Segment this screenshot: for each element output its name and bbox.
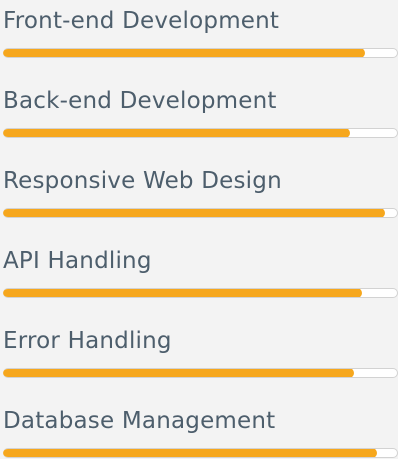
- skill-name: Back-end Development: [3, 88, 277, 114]
- skill-progress-track: [3, 48, 398, 58]
- skill-name: Database Management: [3, 408, 276, 434]
- skill-progress-track: [3, 368, 398, 378]
- skill-name: API Handling: [3, 248, 152, 274]
- skill-progress-fill: [3, 129, 350, 137]
- skill-progress-track: [3, 448, 398, 458]
- skill-progress-track: [3, 128, 398, 138]
- skill-name: Error Handling: [3, 328, 172, 354]
- skill-progress-fill: [3, 369, 354, 377]
- skill-name: Responsive Web Design: [3, 168, 282, 194]
- skill-progress-track: [3, 208, 398, 218]
- skill-item-backend: Back-end Development: [3, 83, 398, 143]
- skills-list: Front-end Development Back-end Developme…: [0, 0, 398, 459]
- skill-item-responsive-design: Responsive Web Design: [3, 163, 398, 223]
- skill-progress-fill: [3, 449, 378, 457]
- skill-item-error-handling: Error Handling: [3, 323, 398, 383]
- skill-progress-track: [3, 288, 398, 298]
- skill-item-api-handling: API Handling: [3, 243, 398, 303]
- skill-progress-fill: [3, 209, 386, 217]
- skill-item-frontend: Front-end Development: [3, 3, 398, 63]
- skill-progress-fill: [3, 49, 366, 57]
- skill-name: Front-end Development: [3, 8, 280, 34]
- skill-progress-fill: [3, 289, 362, 297]
- skill-item-database-management: Database Management: [3, 403, 398, 459]
